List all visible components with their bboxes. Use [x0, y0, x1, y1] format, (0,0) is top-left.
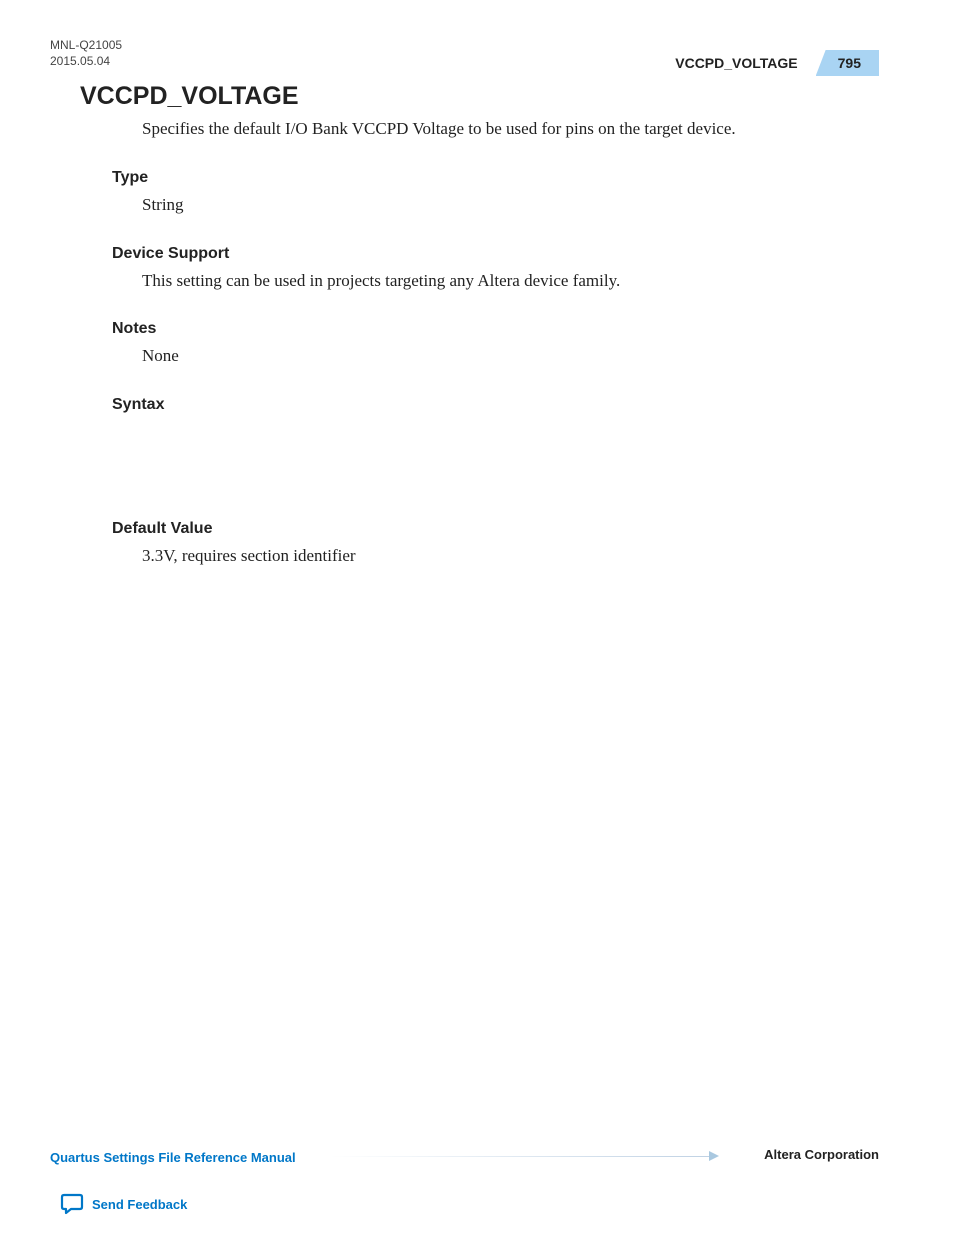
page-title: VCCPD_VOLTAGE	[80, 82, 874, 111]
section-heading-type: Type	[112, 169, 874, 187]
send-feedback-link[interactable]: Send Feedback	[60, 1193, 187, 1215]
company-name: Altera Corporation	[764, 1147, 879, 1162]
page-header: MNL-Q21005 2015.05.04 VCCPD_VOLTAGE 795	[0, 38, 954, 69]
header-right: VCCPD_VOLTAGE 795	[675, 50, 879, 76]
section-body-default-value: 3.3V, requires section identifier	[142, 544, 874, 568]
section-body-notes: None	[142, 344, 874, 368]
syntax-empty-area	[80, 420, 874, 520]
section-body-type: String	[142, 193, 874, 217]
page-number-badge: 795	[816, 50, 879, 76]
send-feedback-label: Send Feedback	[92, 1197, 187, 1212]
page-footer: Quartus Settings File Reference Manual A…	[50, 1147, 879, 1167]
section-heading-device-support: Device Support	[112, 245, 874, 263]
speech-bubble-icon	[60, 1193, 84, 1215]
header-topic: VCCPD_VOLTAGE	[675, 55, 797, 71]
section-heading-default-value: Default Value	[112, 520, 874, 538]
section-heading-syntax: Syntax	[112, 396, 874, 414]
footer-arrow-icon	[330, 1154, 719, 1159]
content: VCCPD_VOLTAGE Specifies the default I/O …	[80, 82, 874, 596]
section-body-device-support: This setting can be used in projects tar…	[142, 269, 874, 293]
intro-text: Specifies the default I/O Bank VCCPD Vol…	[142, 117, 874, 141]
manual-title-link[interactable]: Quartus Settings File Reference Manual	[50, 1150, 296, 1165]
section-heading-notes: Notes	[112, 320, 874, 338]
